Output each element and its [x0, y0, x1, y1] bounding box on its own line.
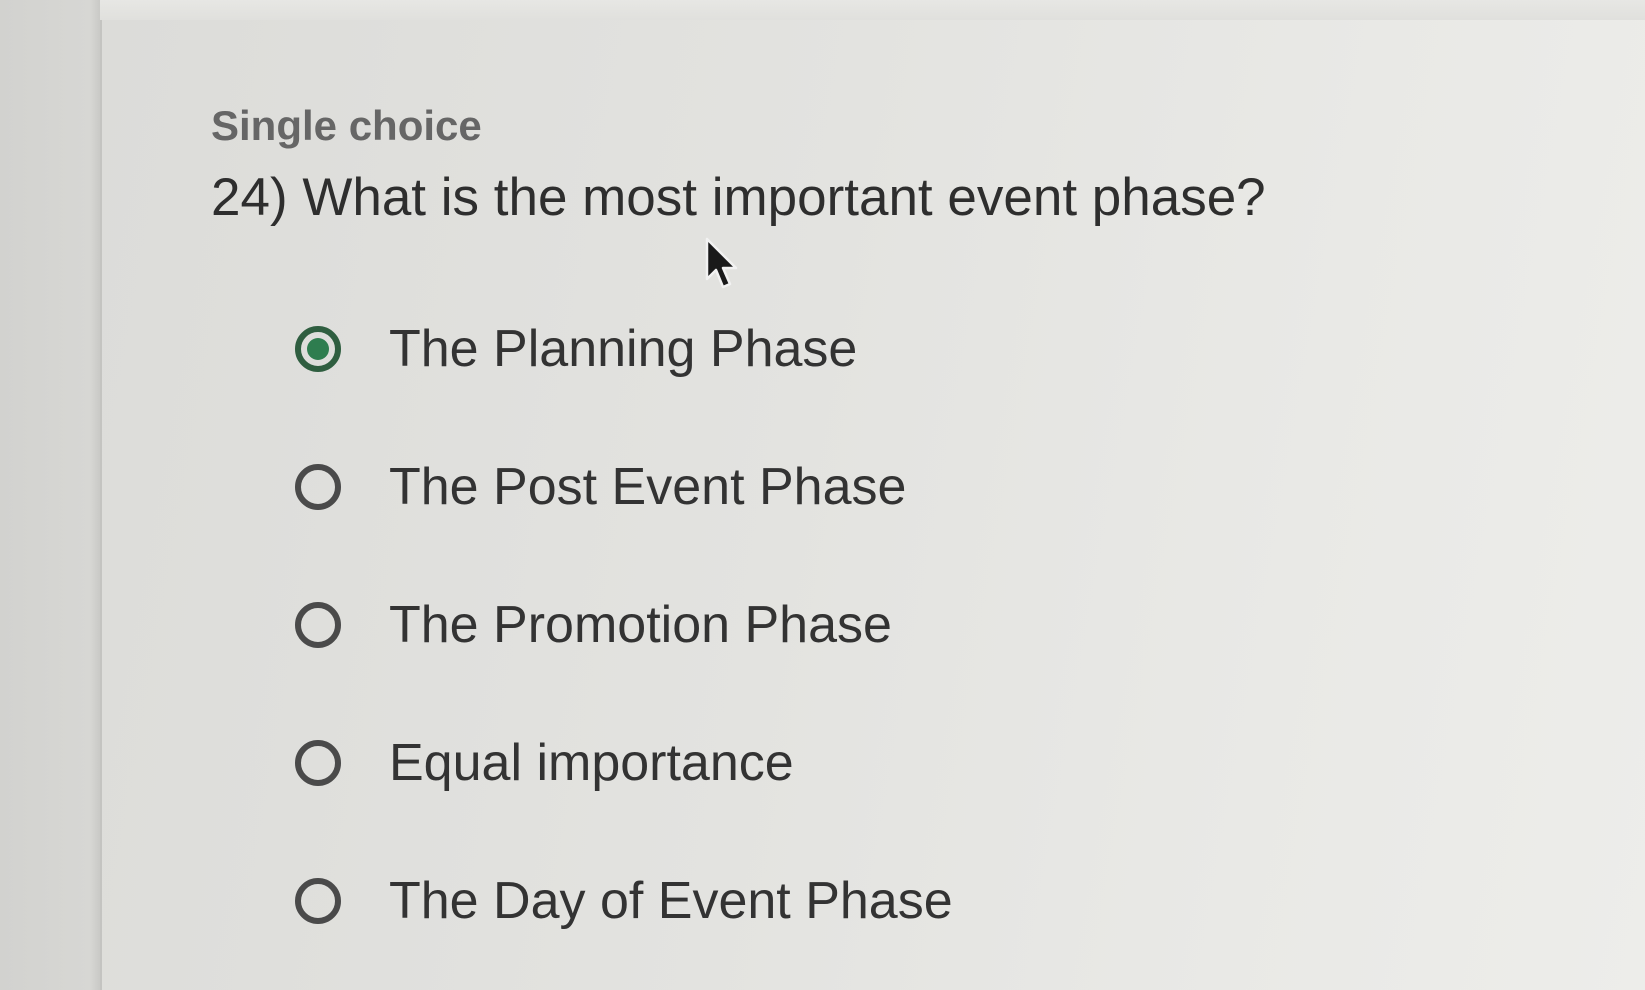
mouse-pointer-icon: [705, 237, 738, 289]
question-type-label: Single choice: [211, 102, 482, 149]
option-label: The Promotion Phase: [389, 596, 892, 654]
radio-button-selected[interactable]: [295, 326, 341, 372]
option-label: The Planning Phase: [389, 320, 858, 378]
option-label: The Day of Event Phase: [389, 872, 953, 930]
option-post-event-phase[interactable]: The Post Event Phase: [295, 418, 1195, 556]
option-planning-phase[interactable]: The Planning Phase: [295, 280, 1195, 418]
radio-button[interactable]: [295, 740, 341, 786]
option-equal-importance[interactable]: Equal importance: [295, 694, 1195, 832]
radio-button[interactable]: [295, 878, 341, 924]
left-border-strip: [0, 0, 100, 990]
option-promotion-phase[interactable]: The Promotion Phase: [295, 556, 1195, 694]
radio-button[interactable]: [295, 464, 341, 510]
question-text: 24) What is the most important event pha…: [211, 168, 1266, 227]
option-label: Equal importance: [389, 734, 794, 792]
answer-options: The Planning Phase The Post Event Phase …: [295, 280, 1195, 970]
top-border-strip: [100, 0, 1645, 20]
option-label: The Post Event Phase: [389, 458, 907, 516]
option-day-of-event-phase[interactable]: The Day of Event Phase: [295, 832, 1195, 970]
radio-button[interactable]: [295, 602, 341, 648]
